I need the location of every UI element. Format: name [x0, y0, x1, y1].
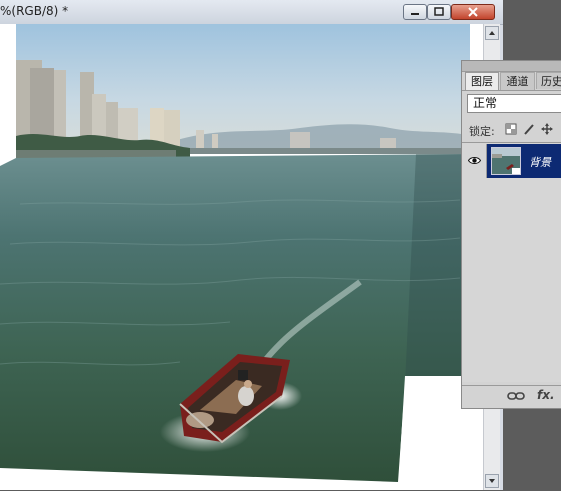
tab-layers[interactable]: 图层	[465, 72, 499, 90]
panel-footer: fx.	[462, 385, 561, 408]
lock-paint-icon[interactable]	[523, 123, 535, 138]
scroll-down-button[interactable]	[485, 474, 499, 488]
lock-label: 锁定:	[469, 125, 495, 138]
layer-thumbnail	[491, 147, 521, 175]
close-icon	[468, 7, 478, 17]
tab-history[interactable]: 历史	[536, 72, 561, 89]
layers-panel: 图层 通道 历史 正常 锁定: 背景 fx.	[461, 60, 561, 409]
tab-divider	[462, 90, 561, 91]
canvas-photo	[0, 24, 483, 490]
lock-move-icon[interactable]	[541, 123, 553, 138]
minimize-button[interactable]	[403, 4, 427, 20]
blend-mode-select[interactable]: 正常	[467, 94, 561, 113]
minimize-icon	[411, 13, 419, 15]
panel-grip[interactable]	[462, 61, 561, 72]
layer-name: 背景	[529, 156, 551, 169]
visibility-toggle[interactable]	[462, 144, 487, 178]
layer-list: 背景	[462, 142, 561, 382]
eye-icon	[468, 157, 481, 164]
arrow-down-icon	[489, 479, 495, 483]
scroll-up-button[interactable]	[485, 26, 499, 40]
title-bar[interactable]: %(RGB/8) *	[0, 0, 503, 25]
maximize-button[interactable]	[427, 4, 451, 20]
close-button[interactable]	[451, 4, 495, 20]
lock-row: 锁定:	[469, 122, 561, 138]
maximize-icon	[434, 7, 444, 16]
tab-channels[interactable]: 通道	[500, 72, 535, 90]
document-title: %(RGB/8) *	[0, 4, 69, 18]
layer-selected-background[interactable]: 背景	[487, 144, 561, 178]
canvas-area[interactable]	[0, 24, 483, 490]
lock-transparent-icon[interactable]	[505, 123, 517, 138]
link-icon[interactable]	[507, 390, 525, 402]
arrow-up-icon	[489, 31, 495, 35]
fx-icon[interactable]: fx.	[537, 388, 555, 402]
document-window: %(RGB/8) *	[0, 0, 503, 490]
layer-row[interactable]: 背景	[462, 144, 561, 178]
